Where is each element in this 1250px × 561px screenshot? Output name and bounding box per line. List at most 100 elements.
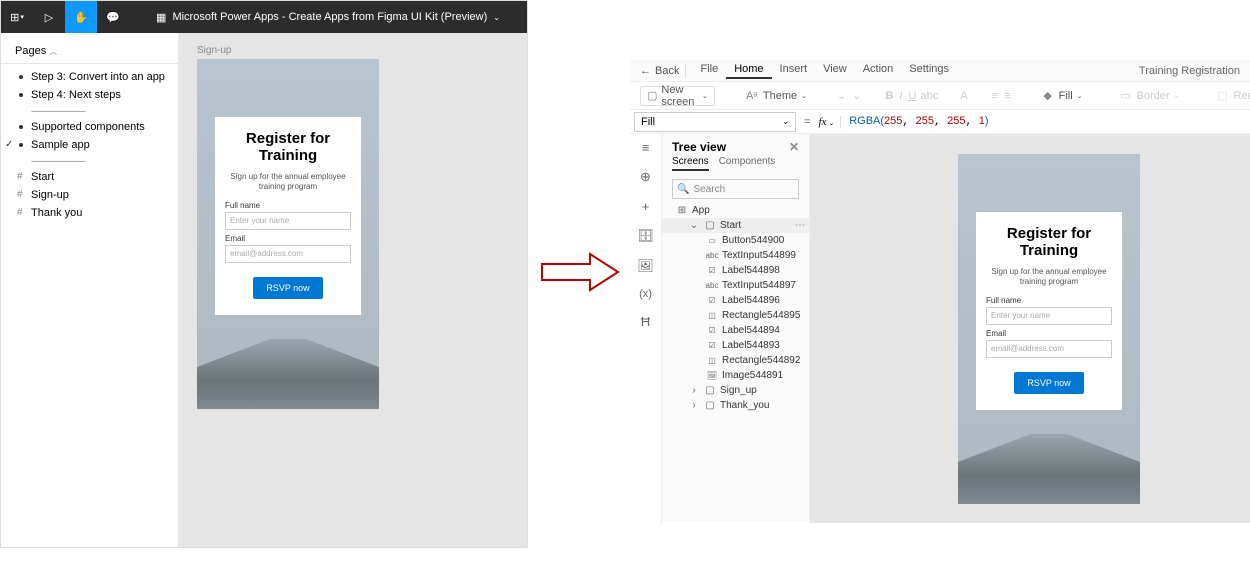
screen-node[interactable]: ›▢Sign_up <box>662 383 809 398</box>
fullname-input[interactable]: Enter your name <box>225 212 351 230</box>
left-rail: ≡ ⊕ + 🗄 🖼 (x) Ħ <box>630 134 662 523</box>
chevron-icon: › <box>688 400 700 411</box>
grid-icon: ▦ <box>156 11 166 24</box>
bold-icon: B <box>885 89 893 103</box>
fullname-label: Full name <box>225 201 351 210</box>
page-item[interactable]: ✓Sample app <box>1 136 178 154</box>
tab-screens[interactable]: Screens <box>672 156 709 171</box>
title-text: Microsoft Power Apps - Create Apps from … <box>172 11 487 23</box>
equals-sign: = <box>796 116 818 128</box>
control-node[interactable]: 🖼Image544891 <box>662 368 809 383</box>
tree-search[interactable]: 🔍Search <box>672 179 799 199</box>
hand-tool-icon[interactable]: ✋ <box>65 1 97 33</box>
new-screen-button[interactable]: ▢New screen ⌄ <box>640 86 715 106</box>
control-node[interactable]: abcTextInput544897 <box>662 278 809 293</box>
frame-item[interactable]: #Start <box>1 168 178 186</box>
page-item[interactable]: Step 3: Convert into an app <box>1 68 178 86</box>
tree-title: Tree view <box>672 140 726 154</box>
control-node[interactable]: ◫Rectangle544892 <box>662 353 809 368</box>
border-button[interactable]: ▭Border ⌄ <box>1113 86 1186 106</box>
formula-value[interactable]: RGBA(255, 255, 255, 1) <box>841 115 988 128</box>
check-icon: ✓ <box>5 139 13 150</box>
background-road <box>197 339 379 409</box>
bullet-icon <box>19 75 23 79</box>
media-icon[interactable]: 🖼 <box>637 258 654 274</box>
menu-bar: FileHomeInsertViewActionSettings <box>692 63 957 79</box>
figma-menu-icon[interactable]: ⊞▾ <box>1 1 33 33</box>
menu-file[interactable]: File <box>692 63 726 79</box>
email-input[interactable]: email@address.com <box>986 340 1112 358</box>
fill-button[interactable]: ◆Fill ⌄ <box>1035 86 1089 106</box>
control-node[interactable]: ☑Label544893 <box>662 338 809 353</box>
control-node[interactable]: ☑Label544898 <box>662 263 809 278</box>
insert-icon[interactable]: ⊕ <box>640 169 651 185</box>
screen-node[interactable]: ⌄▢Start⋯ <box>662 218 809 233</box>
menu-home[interactable]: Home <box>726 63 771 79</box>
control-node[interactable]: ▭Button544900 <box>662 233 809 248</box>
menu-action[interactable]: Action <box>855 63 902 79</box>
fill-icon: ◆ <box>1041 89 1055 103</box>
reorder-button[interactable]: ⬚Reord <box>1209 86 1250 106</box>
registration-card: Register forTraining Sign up for the ann… <box>215 117 361 315</box>
app-node[interactable]: ⊞App <box>662 203 809 218</box>
control-node[interactable]: abcTextInput544899 <box>662 248 809 263</box>
rect-icon: ◫ <box>706 356 718 365</box>
fullname-input[interactable]: Enter your name <box>986 307 1112 325</box>
pages-header[interactable]: Pages ︿ <box>1 41 178 64</box>
control-node[interactable]: ☑Label544896 <box>662 293 809 308</box>
txt-icon: abc <box>706 281 718 290</box>
font-dropdown: ⌄ <box>837 89 846 103</box>
card-subtitle: Sign up for the annual employee training… <box>986 267 1112 288</box>
card-heading: Register forTraining <box>986 226 1112 259</box>
underline-icon: U <box>908 89 916 103</box>
figma-sidebar: Pages ︿ Step 3: Convert into an appStep … <box>1 33 179 547</box>
arrow-icon <box>540 250 620 294</box>
tests-icon[interactable]: Ħ <box>641 314 650 329</box>
data-icon[interactable]: 🗄 <box>637 228 654 244</box>
close-icon[interactable]: ✕ <box>789 140 799 154</box>
chevron-down-icon[interactable]: ⌄ <box>493 13 500 22</box>
menu-settings[interactable]: Settings <box>901 63 957 79</box>
move-tool-icon[interactable]: ▷ <box>33 1 65 33</box>
property-selector[interactable]: Fill⌄ <box>634 112 796 132</box>
txt-icon: abc <box>706 251 718 260</box>
variables-icon[interactable]: (x) <box>639 288 652 300</box>
menu-view[interactable]: View <box>815 63 855 79</box>
figma-canvas[interactable]: Sign-up Register forTraining Sign up for… <box>179 33 527 547</box>
page-item[interactable]: Supported components <box>1 118 178 136</box>
frame-icon: # <box>17 189 23 200</box>
rsvp-button[interactable]: RSVP now <box>1014 372 1084 394</box>
menu-insert[interactable]: Insert <box>772 63 816 79</box>
add-icon[interactable]: + <box>642 199 650 214</box>
theme-button[interactable]: AᵃTheme ⌄ <box>739 86 813 106</box>
powerapps-canvas[interactable]: Register forTraining Sign up for the ann… <box>810 134 1250 523</box>
email-label: Email <box>986 329 1112 338</box>
tab-components[interactable]: Components <box>719 156 776 171</box>
card-subtitle: Sign up for the annual employee training… <box>225 172 351 193</box>
back-button[interactable]: ←Back <box>640 65 679 77</box>
theme-icon: Aᵃ <box>745 89 759 103</box>
rsvp-button[interactable]: RSVP now <box>253 277 323 299</box>
screen-node[interactable]: ›▢Thank_you <box>662 398 809 413</box>
email-input[interactable]: email@address.com <box>225 245 351 263</box>
frame-icon: # <box>17 207 23 218</box>
screen-icon: ▢ <box>704 400 716 411</box>
app-icon: ⊞ <box>676 205 688 216</box>
comment-tool-icon[interactable]: 💬 <box>97 1 129 33</box>
frame-item[interactable]: #Thank you <box>1 204 178 222</box>
registration-card: Register forTraining Sign up for the ann… <box>976 212 1122 410</box>
strike-icon: abc <box>922 89 936 103</box>
artboard[interactable]: Register forTraining Sign up for the ann… <box>197 59 379 409</box>
app-screen[interactable]: Register forTraining Sign up for the ann… <box>958 154 1140 504</box>
background-road <box>958 434 1140 504</box>
screen-icon: ▢ <box>647 89 657 103</box>
frame-item[interactable]: #Sign-up <box>1 186 178 204</box>
screen-icon: ▢ <box>704 220 716 231</box>
control-node[interactable]: ◫Rectangle544895 <box>662 308 809 323</box>
tree-view-panel: Tree view ✕ Screens Components 🔍Search ⊞A… <box>662 134 810 523</box>
page-item[interactable]: Step 4: Next steps <box>1 86 178 104</box>
formula-bar: Fill⌄ = fx ⌄ RGBA(255, 255, 255, 1) <box>630 110 1250 134</box>
tree-view-icon[interactable]: ≡ <box>642 140 650 155</box>
control-node[interactable]: ☑Label544894 <box>662 323 809 338</box>
fontcolor-icon: A <box>960 89 967 103</box>
